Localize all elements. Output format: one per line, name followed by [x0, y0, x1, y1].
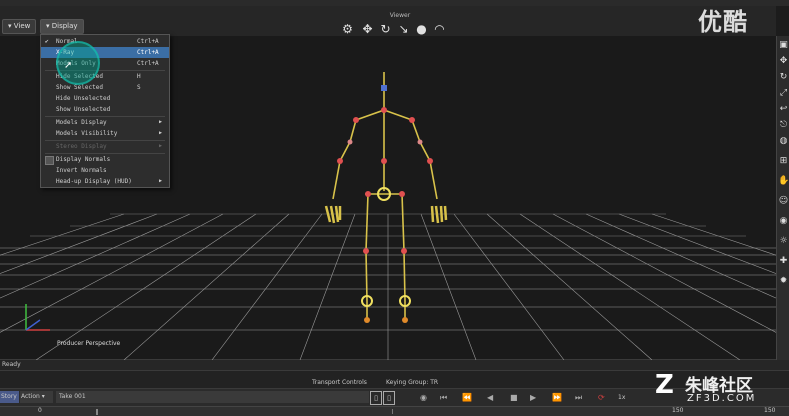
keyframe-toggle-icon[interactable]: ▯ — [383, 391, 395, 405]
menu-item-invert-normals[interactable]: Invert Normals — [41, 165, 169, 176]
checkmark-icon: ✔ — [45, 38, 49, 45]
sun-tool-icon[interactable]: ✹ — [778, 276, 789, 287]
transport-controls-label: Transport Controls — [312, 379, 367, 386]
light-tool-icon[interactable]: ☼ — [778, 236, 789, 247]
stop-icon[interactable]: ■ — [510, 393, 518, 402]
record-icon[interactable]: ◉ — [420, 393, 427, 402]
keying-group-label: Keying Group: TR — [386, 379, 439, 386]
select-tool-icon[interactable]: ▣ — [778, 40, 789, 51]
submenu-arrow-icon: ▶ — [159, 119, 163, 125]
menu-item-models-visibility[interactable]: Models Visibility ▶ — [41, 128, 169, 139]
ground-grid — [0, 213, 776, 360]
display-menu-button[interactable]: ▾ Display — [40, 19, 84, 34]
camera-label: Producer Perspective — [57, 340, 121, 347]
scale-icon[interactable]: ● — [414, 22, 429, 37]
go-end-icon[interactable]: ⏭ — [575, 393, 582, 403]
move-icon[interactable]: ✥ — [360, 22, 375, 37]
curve-tool-icon[interactable]: ↩ — [778, 104, 789, 115]
time-cursor[interactable] — [96, 409, 98, 415]
zf3d-watermark: Z 朱峰社区 ZF3D.COM — [655, 370, 789, 410]
menu-item-hud[interactable]: Head-up Display (HUD) ▶ — [41, 176, 169, 187]
curve-icon[interactable]: ◠ — [432, 22, 447, 37]
right-toolbar: ▣ ✥ ↻ ⤢ ↩ ⎋ ◍ ⊞ ✋ ☺ ◉ ☼ ✚ ✹ — [776, 36, 789, 360]
take-selector[interactable]: Take 001 — [56, 391, 369, 403]
marker-tool-icon[interactable]: ✚ — [778, 256, 789, 267]
translate-tool-icon[interactable]: ✥ — [778, 56, 789, 67]
select-icon[interactable]: ↘ — [396, 22, 411, 37]
dropdown-arrow-icon: ▾ — [39, 393, 45, 400]
menu-item-display-normals[interactable]: Display Normals — [41, 154, 169, 165]
camera-tool-icon[interactable]: ◉ — [778, 216, 789, 227]
zf3d-logo-icon: Z — [655, 370, 674, 400]
menu-item-normal[interactable]: ✔ Normal Ctrl+A — [41, 36, 169, 47]
prev-key-icon[interactable]: ⏪ — [462, 393, 472, 402]
rotate-tool-icon[interactable]: ↻ — [778, 72, 789, 83]
key-tool-icon[interactable]: ◍ — [778, 136, 789, 147]
play-icon[interactable]: ▶ — [530, 393, 536, 402]
action-tab[interactable]: Action ▾ — [20, 391, 53, 403]
status-text: Ready — [2, 361, 21, 368]
youku-watermark: 优酷 — [698, 8, 748, 36]
loop-icon[interactable]: ⟳ — [598, 393, 605, 402]
menu-item-show-selected[interactable]: Show Selected S — [41, 82, 169, 93]
next-key-icon[interactable]: ⏩ — [552, 393, 562, 402]
submenu-arrow-icon: ▶ — [159, 178, 163, 184]
go-start-icon[interactable]: ⏮ — [440, 393, 447, 403]
orbit-icon[interactable]: ⚙ — [340, 22, 355, 37]
tick-mark — [392, 409, 393, 414]
menu-item-stereo-display: Stereo Display ▶ — [56, 143, 163, 150]
puppet-tool-icon[interactable]: ✋ — [778, 176, 789, 187]
link-tool-icon[interactable]: ⎋ — [778, 120, 789, 131]
status-bar: Ready — [0, 360, 789, 370]
view-menu-button[interactable]: ▾ View — [2, 19, 37, 34]
viewer-title: Viewer — [389, 12, 411, 19]
checkbox-icon[interactable] — [45, 156, 54, 165]
submenu-arrow-icon: ▶ — [159, 130, 163, 136]
hierarchy-tool-icon[interactable]: ⊞ — [778, 156, 789, 167]
skeleton-hands — [324, 205, 448, 224]
play-reverse-icon[interactable]: ◀ — [487, 393, 493, 402]
menu-item-show-unselected[interactable]: Show Unselected — [41, 104, 169, 115]
cursor-highlight — [56, 41, 100, 85]
viewer-toolbar: Viewer ▾ View ▾ Display ⚙ ✥ ↻ ↘ ● ◠ — [0, 6, 776, 36]
skeleton-joints — [337, 85, 433, 323]
scale-tool-icon[interactable]: ⤢ — [778, 88, 789, 99]
rotate-icon[interactable]: ↻ — [378, 22, 393, 37]
story-tab[interactable]: Story — [0, 391, 19, 403]
start-frame[interactable]: 0 — [38, 407, 42, 414]
submenu-arrow-icon: ▶ — [159, 143, 163, 149]
speed-selector[interactable]: 1x — [618, 394, 625, 401]
mouse-pointer-icon: ➚ — [64, 60, 73, 71]
site-url: ZF3D.COM — [687, 393, 757, 404]
keyframe-toggle-icon[interactable]: ▯ — [370, 391, 382, 405]
menu-item-models-display[interactable]: Models Display ▶ — [41, 117, 169, 128]
menu-item-hide-unselected[interactable]: Hide Unselected — [41, 93, 169, 104]
character-tool-icon[interactable]: ☺ — [778, 196, 789, 207]
